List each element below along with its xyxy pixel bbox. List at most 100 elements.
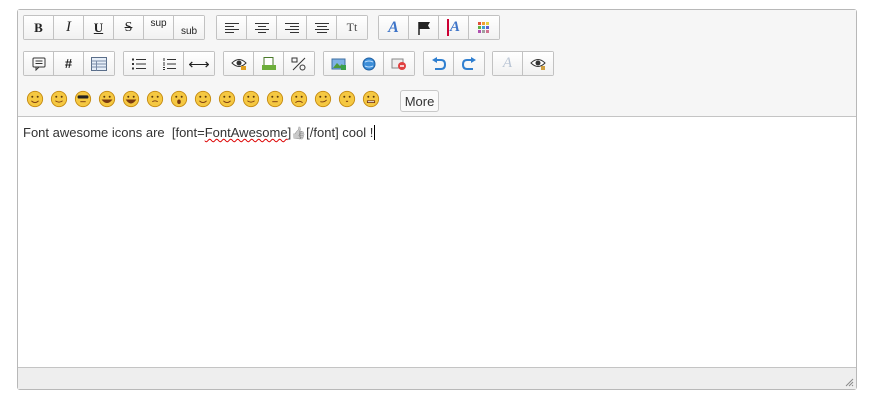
subscript-button[interactable]: sub: [174, 16, 204, 39]
horizontal-rule-button[interactable]: ⟷: [184, 52, 214, 75]
insert-image-button[interactable]: [324, 52, 354, 75]
smiley-blush[interactable]: [241, 90, 261, 108]
editor-toolbar: B I U S sup sub Tt A A # ⟷ A More: [18, 10, 856, 117]
blush-smiley-icon: [242, 90, 260, 108]
numbered-list-button[interactable]: [154, 52, 184, 75]
table-button[interactable]: [84, 52, 114, 75]
italic-icon: I: [66, 19, 71, 35]
align-left-button[interactable]: [217, 16, 247, 39]
hashtag-button[interactable]: #: [54, 52, 84, 75]
smiley-smile[interactable]: [25, 90, 45, 108]
justify-icon: [314, 22, 329, 33]
eraser-icon: A: [502, 55, 513, 71]
grin-smiley-icon: [98, 90, 116, 108]
editor-content[interactable]: Font awesome icons are [font=FontAwesome…: [18, 117, 856, 368]
laugh-smiley-icon: [122, 90, 140, 108]
align-left-icon: [224, 22, 239, 33]
spoiler-button[interactable]: [224, 52, 254, 75]
smiley-laugh[interactable]: [121, 90, 141, 108]
flag-icon: [417, 21, 430, 35]
align-center-icon: [254, 22, 269, 33]
font-style-button[interactable]: A: [379, 16, 409, 39]
font-size-button[interactable]: A: [439, 16, 469, 39]
code-icon: [261, 56, 276, 70]
insert-link-button[interactable]: [354, 52, 384, 75]
smiley-happy[interactable]: [193, 90, 213, 108]
status-bar: [18, 368, 856, 389]
smirk-smiley-icon: [314, 90, 332, 108]
smiley-dizzy[interactable]: [145, 90, 165, 108]
resize-grip-icon[interactable]: [845, 378, 854, 387]
font-style-icon: A: [388, 18, 399, 36]
smiley-shocked[interactable]: [169, 90, 189, 108]
thumbs-up-icon: 👍: [291, 126, 307, 140]
remove-link-icon: [391, 58, 406, 70]
more-smileys-button[interactable]: More: [400, 90, 439, 112]
code-button[interactable]: [254, 52, 284, 75]
redo-button[interactable]: [454, 52, 484, 75]
smiley-bar: [25, 90, 381, 108]
smiley-grimace[interactable]: [361, 90, 381, 108]
media-group: [223, 51, 315, 76]
tongue-smiley-icon: [218, 90, 236, 108]
style-group: A A: [378, 15, 500, 40]
underline-icon: U: [93, 19, 104, 35]
percent-button[interactable]: [284, 52, 314, 75]
remove-format-button[interactable]: A: [493, 52, 523, 75]
editor: B I U S sup sub Tt A A # ⟷ A More Font a…: [17, 9, 857, 390]
flag-button[interactable]: [409, 16, 439, 39]
quote-bubble-icon: [32, 57, 45, 71]
link-globe-icon: [362, 57, 375, 70]
grimace-smiley-icon: [362, 90, 380, 108]
preview-button[interactable]: [523, 52, 553, 75]
align-center-button[interactable]: [247, 16, 277, 39]
color-grid-icon: [478, 21, 489, 33]
smiley-grin[interactable]: [97, 90, 117, 108]
underline-button[interactable]: U: [84, 16, 114, 39]
content-text-after: [/font] cool !: [306, 125, 374, 140]
undo-button[interactable]: [424, 52, 454, 75]
justify-button[interactable]: [307, 16, 337, 39]
preview-eye-icon: [530, 58, 546, 70]
list-group: ⟷: [123, 51, 215, 76]
insert-image-icon: [331, 58, 346, 70]
smiley-kiss[interactable]: [337, 90, 357, 108]
wink-smiley-icon: [50, 90, 68, 108]
undo-icon: [431, 56, 446, 70]
smiley-tongue[interactable]: [217, 90, 237, 108]
strikethrough-button[interactable]: S: [114, 16, 144, 39]
insert-group: #: [23, 51, 115, 76]
bullet-list-button[interactable]: [124, 52, 154, 75]
hashtag-icon: #: [64, 56, 73, 71]
align-right-button[interactable]: [277, 16, 307, 39]
smiley-neutral[interactable]: [265, 90, 285, 108]
cool-smiley-icon: [74, 90, 92, 108]
bold-icon: B: [34, 19, 43, 35]
smiley-wink[interactable]: [49, 90, 69, 108]
font-size-icon: A: [446, 19, 460, 36]
smiley-frown[interactable]: [289, 90, 309, 108]
numbered-list-icon: [162, 57, 176, 70]
horizontal-rule-icon: ⟷: [188, 55, 210, 73]
content-text-before: Font awesome icons are [font=: [23, 125, 205, 140]
font-button[interactable]: Tt: [337, 16, 367, 39]
frown-smiley-icon: [290, 90, 308, 108]
smiley-smirk[interactable]: [313, 90, 333, 108]
italic-button[interactable]: I: [54, 16, 84, 39]
eye-lock-icon: [230, 58, 247, 70]
bold-button[interactable]: B: [24, 16, 54, 39]
quote-button[interactable]: [24, 52, 54, 75]
percent-icon: [291, 57, 306, 70]
remove-link-button[interactable]: [384, 52, 414, 75]
color-button[interactable]: [469, 16, 499, 39]
shocked-smiley-icon: [170, 90, 188, 108]
align-group: Tt: [216, 15, 368, 40]
align-right-icon: [284, 22, 299, 33]
strikethrough-icon: S: [124, 19, 133, 35]
smiley-cool[interactable]: [73, 90, 93, 108]
font-icon: Tt: [346, 20, 358, 34]
text-caret: [374, 125, 376, 140]
bullet-list-icon: [131, 58, 146, 69]
link-group: [323, 51, 415, 76]
superscript-button[interactable]: sup: [144, 16, 174, 39]
